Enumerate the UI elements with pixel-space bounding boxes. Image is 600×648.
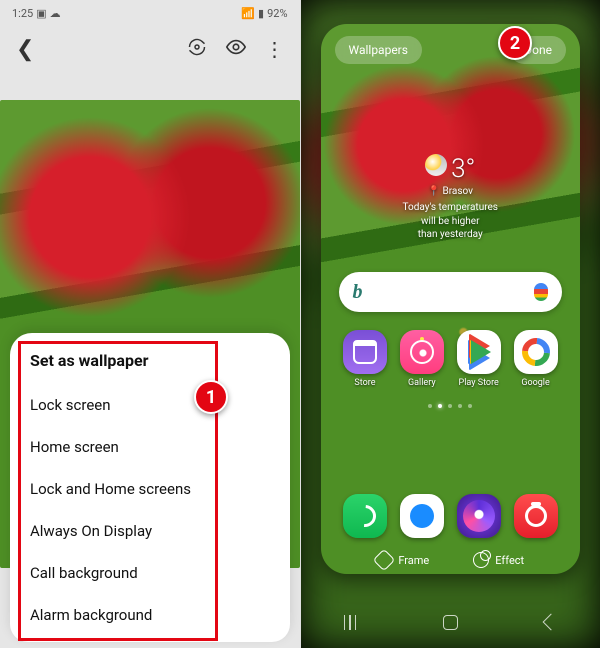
- effect-button[interactable]: Effect: [473, 552, 524, 568]
- app-store[interactable]: Store: [338, 330, 392, 388]
- page-indicator[interactable]: [321, 404, 581, 408]
- camera-icon: [514, 494, 558, 538]
- weather-temp: 3°: [451, 154, 475, 184]
- app-play-store[interactable]: Play Store: [452, 330, 506, 388]
- option-home-screen[interactable]: Home screen: [30, 426, 270, 468]
- option-call-background[interactable]: Call background: [30, 552, 270, 594]
- internet-icon: [457, 494, 501, 538]
- nav-home[interactable]: [443, 615, 458, 630]
- location-pin-icon: 📍: [428, 186, 440, 197]
- play-store-icon: [457, 330, 501, 374]
- weather-icon: [425, 154, 447, 176]
- wifi-icon: 📶: [241, 7, 255, 20]
- status-time: 1:25: [12, 7, 33, 20]
- google-icon: [514, 330, 558, 374]
- app-phone[interactable]: [338, 494, 392, 538]
- phone-icon: [343, 494, 387, 538]
- nav-recents[interactable]: [344, 615, 357, 630]
- remaster-icon[interactable]: [187, 37, 207, 62]
- annotation-step-1: 1: [194, 380, 228, 414]
- bing-logo-icon: b: [353, 281, 363, 304]
- option-alarm-background[interactable]: Alarm background: [30, 594, 270, 636]
- app-camera[interactable]: [509, 494, 563, 538]
- visibility-icon[interactable]: [225, 36, 247, 63]
- nav-back[interactable]: [542, 614, 559, 631]
- dock: [321, 494, 581, 538]
- annotation-step-2: 2: [498, 26, 532, 60]
- app-row: Store Gallery Play Store Google: [321, 330, 581, 388]
- mic-icon[interactable]: [534, 283, 548, 301]
- effect-icon: [473, 552, 489, 568]
- gallery-topbar: ❮ ⋮: [0, 28, 300, 70]
- gallery-icon: [400, 330, 444, 374]
- store-icon: [343, 330, 387, 374]
- wallpapers-button[interactable]: Wallpapers: [335, 36, 422, 64]
- option-lock-screen[interactable]: Lock screen: [30, 384, 270, 426]
- option-lock-and-home[interactable]: Lock and Home screens: [30, 468, 270, 510]
- tutorial-stage: 1:25 ▣ ☁ 📶 ▮ 92% ❮ ⋮: [0, 0, 600, 648]
- option-always-on-display[interactable]: Always On Display: [30, 510, 270, 552]
- app-internet[interactable]: [452, 494, 506, 538]
- home-preview: Wallpapers Done 3° 📍 Brasov Today's temp…: [321, 24, 581, 574]
- status-bar: 1:25 ▣ ☁ 📶 ▮ 92%: [0, 0, 300, 26]
- back-icon[interactable]: ❮: [16, 37, 34, 62]
- frame-button[interactable]: Frame: [376, 552, 429, 568]
- battery-text: 92%: [267, 7, 287, 20]
- app-gallery[interactable]: Gallery: [395, 330, 449, 388]
- weather-widget[interactable]: 3° 📍 Brasov Today's temperatures will be…: [321, 154, 581, 242]
- set-wallpaper-sheet: Set as wallpaper Lock screen Home screen…: [10, 333, 290, 642]
- signal-icon: ▮: [258, 7, 264, 20]
- phone-preview-screen: Wallpapers Done 3° 📍 Brasov Today's temp…: [301, 0, 600, 648]
- app-google[interactable]: Google: [509, 330, 563, 388]
- frame-icon: [373, 549, 396, 572]
- app-messages[interactable]: [395, 494, 449, 538]
- weather-location: Brasov: [442, 186, 473, 197]
- phone-gallery-screen: 1:25 ▣ ☁ 📶 ▮ 92% ❮ ⋮: [0, 0, 301, 648]
- sheet-title: Set as wallpaper: [30, 351, 270, 370]
- messages-icon: [400, 494, 444, 538]
- notif-icon: ☁: [50, 7, 61, 20]
- effects-bar: Frame Effect: [321, 552, 581, 568]
- more-icon[interactable]: ⋮: [265, 37, 284, 61]
- notif-icon: ▣: [36, 7, 46, 20]
- search-bar[interactable]: b: [339, 272, 563, 312]
- nav-bar: [301, 604, 600, 640]
